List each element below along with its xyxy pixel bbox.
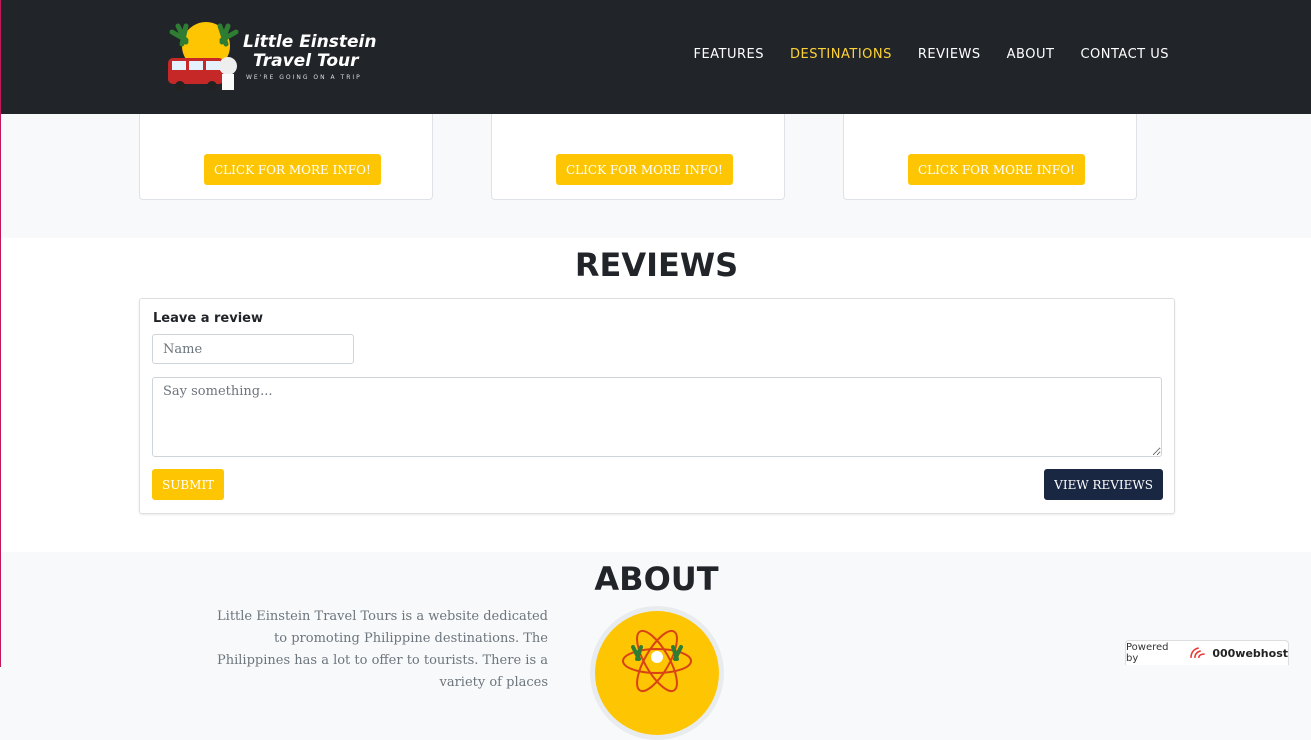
van-logo-icon: [168, 22, 239, 91]
nav-features[interactable]: FEATURES: [693, 47, 764, 62]
about-text: Little Einstein Travel Tours is a websit…: [217, 609, 548, 690]
name-input[interactable]: [152, 334, 354, 364]
about-logo-badge: [595, 611, 719, 735]
nav-destinations[interactable]: DESTINATIONS: [790, 47, 892, 62]
brand-title-line2: Travel Tour: [253, 51, 359, 71]
review-form-heading: Leave a review: [153, 311, 263, 326]
destination-card: CLICK FOR MORE INFO!: [139, 114, 433, 200]
nav-about[interactable]: ABOUT: [1007, 47, 1055, 62]
more-info-button[interactable]: CLICK FOR MORE INFO!: [556, 154, 733, 185]
reviews-section: REVIEWS Leave a review SUBMIT VIEW REVIE…: [1, 238, 1311, 552]
main-nav: FEATURES DESTINATIONS REVIEWS ABOUT CONT…: [693, 47, 1169, 62]
destinations-section: CLICK FOR MORE INFO! CLICK FOR MORE INFO…: [1, 114, 1311, 238]
nav-contact-us[interactable]: CONTACT US: [1080, 47, 1169, 62]
brand-title: Little Einstein Travel Tour: [243, 33, 376, 71]
view-reviews-button[interactable]: VIEW REVIEWS: [1044, 469, 1163, 500]
review-form: Leave a review SUBMIT VIEW REVIEWS: [139, 298, 1175, 514]
submit-button[interactable]: SUBMIT: [152, 469, 225, 500]
more-info-button[interactable]: CLICK FOR MORE INFO!: [908, 154, 1085, 185]
about-logo: [590, 606, 724, 740]
webhost-logo-icon: [1189, 647, 1205, 658]
powered-prefix: Powered by: [1126, 642, 1169, 664]
navbar: Little Einstein Travel Tour WE'RE GOING …: [1, 0, 1311, 114]
review-message-input[interactable]: [152, 377, 1162, 457]
powered-by-badge[interactable]: Powered by 000webhost: [1125, 640, 1289, 665]
nav-reviews[interactable]: REVIEWS: [918, 47, 981, 62]
brand-title-line1: Little Einstein: [243, 32, 377, 52]
atom-van-icon: [622, 629, 692, 693]
about-section: ABOUT Little Einstein Travel Tours is a …: [1, 552, 1311, 740]
brand-tagline: WE'RE GOING ON A TRIP: [246, 74, 362, 81]
destination-card: CLICK FOR MORE INFO!: [843, 114, 1137, 200]
destination-card: CLICK FOR MORE INFO!: [491, 114, 785, 200]
about-title: ABOUT: [594, 560, 719, 598]
powered-brand: 000webhost: [1212, 646, 1288, 660]
reviews-title: REVIEWS: [574, 246, 739, 284]
brand-logo[interactable]: Little Einstein Travel Tour WE'RE GOING …: [158, 20, 376, 94]
more-info-button[interactable]: CLICK FOR MORE INFO!: [204, 154, 381, 185]
